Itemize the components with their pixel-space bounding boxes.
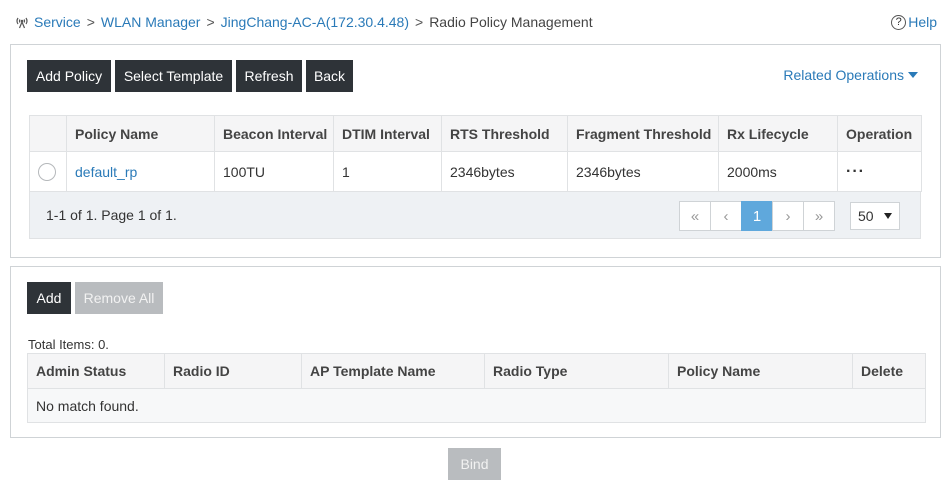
- total-items: Total Items: 0.: [28, 337, 109, 352]
- wireless-antenna-icon: [16, 17, 28, 29]
- last-page-button[interactable]: »: [803, 201, 835, 231]
- column-header-ap-template-name[interactable]: AP Template Name: [301, 353, 485, 389]
- page-size-value: 50: [858, 208, 874, 224]
- select-template-button[interactable]: Select Template: [115, 60, 232, 92]
- column-header-policy-name[interactable]: Policy Name: [668, 353, 853, 389]
- empty-message: No match found.: [27, 388, 926, 423]
- pagination-summary: 1-1 of 1. Page 1 of 1.: [46, 207, 177, 223]
- add-button[interactable]: Add: [27, 282, 71, 314]
- breadcrumb: Service > WLAN Manager > JingChang-AC-A(…: [14, 12, 593, 32]
- more-options-icon[interactable]: ···: [846, 163, 865, 180]
- cell-rts-threshold: 2346bytes: [441, 151, 568, 192]
- empty-row: No match found.: [27, 388, 926, 423]
- cell-dtim-interval: 1: [333, 151, 442, 192]
- breadcrumb-wlan-manager[interactable]: WLAN Manager: [101, 14, 201, 30]
- dropdown-arrow-icon: [884, 213, 892, 219]
- related-operations-label: Related Operations: [783, 67, 904, 83]
- next-page-button[interactable]: ›: [772, 201, 804, 231]
- first-page-button[interactable]: «: [679, 201, 711, 231]
- policy-panel: Add Policy Select Template Refresh Back …: [10, 44, 941, 258]
- select-column-header: [29, 115, 67, 152]
- column-header-beacon-interval[interactable]: Beacon Interval: [214, 115, 334, 152]
- column-header-radio-type[interactable]: Radio Type: [484, 353, 669, 389]
- row-select-cell: [29, 151, 67, 192]
- pagination-bar: 1-1 of 1. Page 1 of 1. « ‹ 1 › » 50: [29, 192, 921, 239]
- page-1-button[interactable]: 1: [741, 201, 773, 231]
- breadcrumb-separator: >: [415, 14, 424, 30]
- back-button[interactable]: Back: [306, 60, 353, 92]
- caret-down-icon: [908, 72, 918, 78]
- column-header-policy-name[interactable]: Policy Name: [66, 115, 215, 152]
- row-radio-button[interactable]: [38, 162, 56, 181]
- breadcrumb-device[interactable]: JingChang-AC-A(172.30.4.48): [221, 14, 409, 30]
- cell-rx-lifecycle: 2000ms: [718, 151, 838, 192]
- cell-operation: ···: [837, 151, 922, 192]
- add-policy-button[interactable]: Add Policy: [27, 60, 111, 92]
- breadcrumb-separator: >: [86, 14, 95, 30]
- previous-page-button[interactable]: ‹: [710, 201, 742, 231]
- remove-all-button: Remove All: [75, 282, 163, 314]
- bind-button: Bind: [448, 448, 501, 480]
- breadcrumb-separator: >: [206, 14, 215, 30]
- column-header-admin-status[interactable]: Admin Status: [27, 353, 165, 389]
- column-header-radio-id[interactable]: Radio ID: [164, 353, 302, 389]
- column-header-delete: Delete: [852, 353, 926, 389]
- cell-beacon-interval: 100TU: [214, 151, 334, 192]
- policy-table-header: Policy Name Beacon Interval DTIM Interva…: [29, 115, 922, 152]
- policy-name-link[interactable]: default_rp: [75, 164, 137, 180]
- refresh-button[interactable]: Refresh: [236, 60, 302, 92]
- pagination-controls: « ‹ 1 › »: [679, 201, 835, 231]
- breadcrumb-service[interactable]: Service: [34, 14, 81, 30]
- column-header-rx-lifecycle[interactable]: Rx Lifecycle: [718, 115, 838, 152]
- cell-policy-name: default_rp: [66, 151, 215, 192]
- page-size-select[interactable]: 50: [850, 202, 900, 230]
- binding-table-header: Admin Status Radio ID AP Template Name R…: [27, 353, 926, 389]
- column-header-rts-threshold[interactable]: RTS Threshold: [441, 115, 568, 152]
- table-row[interactable]: default_rp 100TU 1 2346bytes 2346bytes 2…: [29, 151, 922, 192]
- binding-panel: Add Remove All Total Items: 0. Admin Sta…: [10, 266, 941, 438]
- column-header-operation: Operation: [837, 115, 922, 152]
- cell-fragment-threshold: 2346bytes: [567, 151, 719, 192]
- help-label: Help: [908, 14, 937, 30]
- related-operations-dropdown[interactable]: Related Operations: [783, 67, 918, 83]
- help-link[interactable]: ? Help: [891, 12, 937, 32]
- policy-table: Policy Name Beacon Interval DTIM Interva…: [29, 115, 922, 192]
- help-question-icon: ?: [891, 14, 907, 30]
- column-header-fragment-threshold[interactable]: Fragment Threshold: [567, 115, 719, 152]
- column-header-dtim-interval[interactable]: DTIM Interval: [333, 115, 442, 152]
- breadcrumb-current: Radio Policy Management: [429, 14, 593, 30]
- binding-table: Admin Status Radio ID AP Template Name R…: [27, 353, 926, 423]
